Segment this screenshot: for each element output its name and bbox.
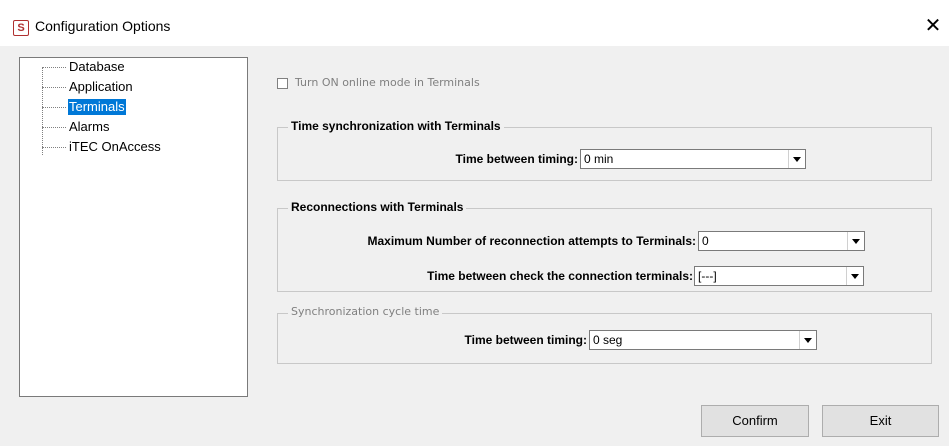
online-mode-label: Turn ON online mode in Terminals (295, 76, 480, 89)
max-attempts-select[interactable]: 0 (698, 231, 865, 251)
time-sync-timing-label: Time between timing: (455, 152, 578, 166)
reconnections-group: Reconnections with Terminals Maximum Num… (277, 200, 932, 292)
sync-cycle-group: Synchronization cycle time Time between … (277, 305, 932, 364)
max-attempts-label: Maximum Number of reconnection attempts … (367, 234, 697, 248)
tree-item-label: Alarms (69, 119, 110, 134)
check-connection-label: Time between check the connection termin… (427, 269, 693, 283)
sync-cycle-title: Synchronization cycle time (288, 305, 443, 318)
options-tree[interactable]: Database Application Terminals Alarms iT… (19, 57, 248, 397)
tree-item-label: Application (69, 79, 133, 94)
sync-cycle-timing-select[interactable]: 0 seg (589, 330, 817, 350)
time-sync-timing-value: 0 min (584, 152, 614, 166)
check-connection-value: [---] (698, 269, 717, 283)
chevron-down-icon[interactable] (799, 331, 816, 349)
online-mode-checkbox[interactable] (277, 78, 288, 89)
confirm-button[interactable]: Confirm (701, 405, 809, 437)
tree-item-label: Terminals (68, 99, 126, 115)
time-sync-group: Time synchronization with Terminals Time… (277, 119, 932, 181)
app-logo-icon: S (13, 20, 29, 36)
sync-cycle-timing-label: Time between timing: (464, 333, 587, 347)
tree-item-label: iTEC OnAccess (69, 139, 161, 154)
title-bar: S Configuration Options ✕ (0, 0, 949, 46)
check-connection-select[interactable]: [---] (694, 266, 864, 286)
chevron-down-icon[interactable] (846, 267, 863, 285)
max-attempts-value: 0 (702, 234, 709, 248)
window-title: Configuration Options (35, 18, 171, 34)
exit-button[interactable]: Exit (822, 405, 939, 437)
time-sync-timing-select[interactable]: 0 min (580, 149, 806, 169)
reconnections-title: Reconnections with Terminals (288, 200, 467, 214)
chevron-down-icon[interactable] (788, 150, 805, 168)
tree-connector (42, 67, 43, 155)
tree-item-label: Database (69, 59, 125, 74)
close-icon[interactable]: ✕ (922, 15, 944, 37)
chevron-down-icon[interactable] (847, 232, 864, 250)
sync-cycle-timing-value: 0 seg (593, 333, 623, 347)
time-sync-title: Time synchronization with Terminals (288, 119, 504, 133)
